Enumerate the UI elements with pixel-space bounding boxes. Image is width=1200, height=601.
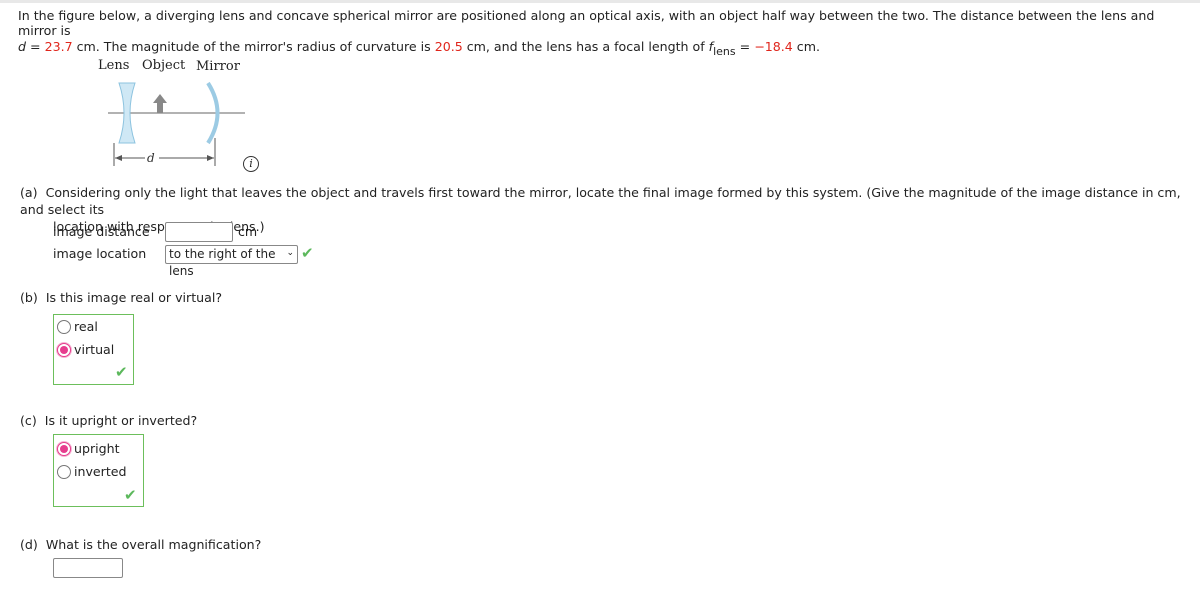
question-text: Considering only the light that leaves t…: [20, 185, 1181, 217]
eq: =: [735, 39, 755, 54]
text: cm. The magnitude of the mirror's radius…: [72, 39, 435, 54]
lens-label: Lens: [98, 58, 130, 73]
eq: =: [26, 39, 45, 54]
part-d-question: (d) What is the overall magnification?: [20, 537, 261, 552]
radio-upright[interactable]: [57, 442, 71, 456]
image-location-label: image location: [53, 246, 147, 261]
checkmark-icon: ✔: [115, 363, 128, 381]
r-value: 20.5: [434, 39, 463, 54]
part-label: (b): [20, 290, 38, 305]
f-value: −18.4: [754, 39, 793, 54]
lens-mirror-diagram: d: [108, 81, 245, 166]
magnification-input[interactable]: [53, 558, 123, 578]
option-label: real: [74, 319, 98, 334]
object-label: Object: [142, 58, 186, 73]
part-label: (a): [20, 185, 38, 200]
d-value: 23.7: [44, 39, 73, 54]
info-icon[interactable]: i: [243, 156, 259, 172]
upright-inverted-options: upright inverted ✔: [53, 434, 144, 507]
part-label: (d): [20, 537, 38, 552]
text: cm.: [792, 39, 820, 54]
problem-statement: In the figure below, a diverging lens an…: [18, 8, 1193, 58]
radio-real[interactable]: [57, 320, 71, 334]
question-text: Is it upright or inverted?: [44, 413, 198, 428]
selected-value: to the right of the lens: [169, 247, 276, 278]
real-virtual-options: real virtual ✔: [53, 314, 134, 385]
option-label: inverted: [74, 464, 127, 479]
question-text: Is this image real or virtual?: [45, 290, 223, 305]
top-bar: [0, 0, 1200, 3]
radio-inverted[interactable]: [57, 465, 71, 479]
f-sub: lens: [713, 45, 736, 58]
unit-label: cm: [238, 224, 258, 239]
image-distance-label: image distance: [53, 224, 150, 239]
part-c-question: (c) Is it upright or inverted?: [20, 413, 197, 428]
radio-virtual[interactable]: [57, 343, 71, 357]
optics-figure: Lens Object Mirror d: [95, 56, 245, 166]
option-label: upright: [74, 441, 120, 456]
problem-line-1: In the figure below, a diverging lens an…: [18, 8, 1155, 38]
part-b-question: (b) Is this image real or virtual?: [20, 290, 222, 305]
image-distance-input[interactable]: [165, 222, 233, 242]
d-label: d: [147, 151, 155, 165]
text: cm, and the lens has a focal length of: [462, 39, 709, 54]
image-location-select[interactable]: to the right of the lens ⌄: [165, 245, 298, 278]
question-text: What is the overall magnification?: [45, 537, 262, 552]
mirror-label: Mirror: [196, 59, 240, 74]
chevron-down-icon: ⌄: [286, 248, 294, 258]
checkmark-icon: ✔: [301, 244, 314, 262]
checkmark-icon: ✔: [124, 486, 137, 504]
option-label: virtual: [74, 342, 115, 357]
d-var: d: [18, 39, 26, 54]
object-arrow: [153, 94, 167, 113]
part-label: (c): [20, 413, 37, 428]
